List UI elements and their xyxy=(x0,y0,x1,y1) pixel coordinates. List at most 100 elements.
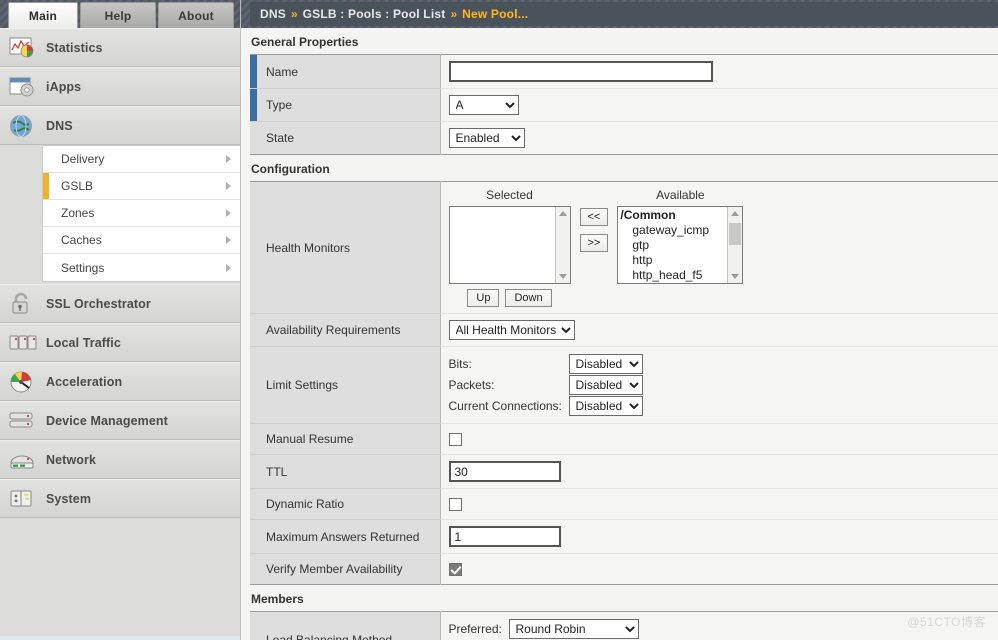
local-traffic-servers-icon xyxy=(8,330,38,356)
sidebar-item-system[interactable]: System xyxy=(0,479,240,518)
health-monitors-dual-list: Selected Up Down << >> Available /Common… xyxy=(448,188,991,307)
left-navigation-panel: Main Help About Statistics iApps DNS Del… xyxy=(0,0,241,640)
ttl-input[interactable] xyxy=(448,461,561,482)
available-option[interactable]: gateway_icmp xyxy=(620,223,742,238)
limit-settings-label: Limit Settings xyxy=(250,346,441,424)
table-row-verify-member-availability: Verify Member Availability xyxy=(250,553,998,585)
maximum-answers-returned-input[interactable] xyxy=(448,526,561,547)
up-button[interactable]: Up xyxy=(467,289,500,307)
limit-current-connections-select[interactable]: Disabled xyxy=(568,396,643,416)
limit-current-connections-row: Current Connections: Disabled xyxy=(449,396,991,416)
scrollbar-thumb[interactable] xyxy=(729,223,742,245)
available-option[interactable]: http xyxy=(620,253,742,268)
dynamic-ratio-checkbox[interactable] xyxy=(448,498,462,512)
verify-member-availability-checkbox[interactable] xyxy=(448,563,462,577)
sidebar-subitem-settings-label: Settings xyxy=(61,260,105,275)
acceleration-gauge-icon xyxy=(8,369,38,395)
breadcrumb-bar: DNS » GSLB : Pools : Pool List » New Poo… xyxy=(241,0,998,28)
members-title: Members xyxy=(251,592,304,606)
sidebar-subitem-gslb-label: GSLB xyxy=(61,179,94,193)
available-header: Available xyxy=(656,188,705,202)
move-left-button[interactable]: << xyxy=(579,208,609,226)
manual-resume-label: Manual Resume xyxy=(250,423,441,455)
type-label: Type xyxy=(250,88,441,122)
limit-packets-select[interactable]: Disabled xyxy=(568,375,643,395)
breadcrumb-root[interactable]: DNS xyxy=(260,7,286,21)
table-row-limit-settings: Limit Settings Bits: Disabled Packets: D… xyxy=(250,346,998,424)
members-table: Load Balancing Method Preferred: Round R… xyxy=(250,611,998,640)
sidebar-item-statistics-label: Statistics xyxy=(46,40,103,55)
table-row-dynamic-ratio: Dynamic Ratio xyxy=(250,488,998,520)
sidebar-item-dns-label: DNS xyxy=(46,118,73,133)
sidebar-subitem-delivery-label: Delivery xyxy=(61,152,105,166)
available-option[interactable]: /Common xyxy=(620,208,742,223)
configuration-title: Configuration xyxy=(251,162,330,176)
table-row-load-balancing-method: Load Balancing Method Preferred: Round R… xyxy=(250,611,998,640)
table-row-health-monitors: Health Monitors Selected Up Down << >> A… xyxy=(250,181,998,314)
sidebar-item-ssl-orchestrator-label: SSL Orchestrator xyxy=(46,296,151,311)
reorder-buttons: Up Down xyxy=(467,289,552,307)
scroll-down-icon[interactable] xyxy=(731,274,740,279)
sidebar-item-device-management-label: Device Management xyxy=(46,413,168,428)
sidebar-item-acceleration-label: Acceleration xyxy=(46,374,123,389)
manual-resume-checkbox[interactable] xyxy=(448,433,462,447)
load-balancing-method-label: Load Balancing Method xyxy=(250,611,441,640)
type-select[interactable]: A xyxy=(448,95,519,115)
dns-submenu-container: Delivery GSLB Zones Caches Settings xyxy=(0,145,240,284)
name-label: Name xyxy=(250,54,441,89)
sidebar-subitem-zones[interactable]: Zones xyxy=(43,200,240,227)
availability-requirements-select[interactable]: All Health Monitors xyxy=(448,320,575,340)
sidebar-item-acceleration[interactable]: Acceleration xyxy=(0,362,240,401)
tab-help[interactable]: Help xyxy=(80,2,156,28)
name-input[interactable] xyxy=(448,61,713,82)
selected-header: Selected xyxy=(486,188,533,202)
scroll-up-icon[interactable] xyxy=(558,211,567,216)
sidebar-item-system-label: System xyxy=(46,491,92,506)
breadcrumb-current: New Pool... xyxy=(462,7,529,21)
available-option[interactable]: gtp xyxy=(620,238,742,253)
sidebar-item-iapps[interactable]: iApps xyxy=(0,67,240,106)
move-right-button[interactable]: >> xyxy=(579,234,609,252)
ttl-label: TTL xyxy=(250,454,441,489)
preferred-select[interactable]: Round Robin xyxy=(508,619,639,639)
sidebar-item-dns[interactable]: DNS xyxy=(0,106,240,145)
breadcrumb-separator-icon: » xyxy=(450,7,458,21)
down-button[interactable]: Down xyxy=(505,289,552,307)
breadcrumb-path[interactable]: GSLB : Pools : Pool List xyxy=(303,7,446,21)
maximum-answers-returned-label: Maximum Answers Returned xyxy=(250,519,441,554)
state-select[interactable]: Enabled xyxy=(448,128,525,148)
verify-member-availability-label: Verify Member Availability xyxy=(250,553,441,585)
selected-listbox-scrollbar[interactable] xyxy=(554,207,570,283)
sidebar-item-ssl-orchestrator[interactable]: SSL Orchestrator xyxy=(0,284,240,323)
app-root: Main Help About Statistics iApps DNS Del… xyxy=(0,0,998,640)
dns-submenu: Delivery GSLB Zones Caches Settings xyxy=(42,145,240,282)
sidebar-item-statistics[interactable]: Statistics xyxy=(0,28,240,67)
table-row-state: State Enabled xyxy=(250,121,998,155)
sidebar-subitem-caches[interactable]: Caches xyxy=(43,227,240,254)
limit-bits-select[interactable]: Disabled xyxy=(568,354,643,374)
available-option[interactable]: http_head_f5 xyxy=(620,268,742,283)
padlock-icon xyxy=(8,291,38,317)
transfer-buttons: << >> xyxy=(579,204,609,256)
available-listbox-scrollbar[interactable] xyxy=(727,207,743,283)
sidebar-item-device-management[interactable]: Device Management xyxy=(0,401,240,440)
sidebar-item-network[interactable]: Network xyxy=(0,440,240,479)
sidebar-subitem-gslb[interactable]: GSLB xyxy=(43,173,240,200)
sidebar-subitem-settings[interactable]: Settings xyxy=(43,254,240,281)
form-panel: General Properties Name Type A State Ena… xyxy=(241,28,998,640)
sidebar-item-local-traffic[interactable]: Local Traffic xyxy=(0,323,240,362)
statistics-chart-icon xyxy=(8,35,38,61)
tab-about[interactable]: About xyxy=(158,2,234,28)
limit-bits-key: Bits: xyxy=(448,357,472,371)
available-listbox[interactable]: /Common gateway_icmp gtp http http_head_f5 xyxy=(617,206,744,284)
content-area: DNS » GSLB : Pools : Pool List » New Poo… xyxy=(241,0,998,640)
selected-listbox[interactable] xyxy=(448,206,571,284)
table-row-maximum-answers-returned: Maximum Answers Returned xyxy=(250,519,998,554)
scroll-down-icon[interactable] xyxy=(558,274,567,279)
sidebar-subitem-delivery[interactable]: Delivery xyxy=(43,146,240,173)
breadcrumb-separator-icon: » xyxy=(290,7,298,21)
chevron-right-icon xyxy=(226,182,231,190)
tab-main[interactable]: Main xyxy=(8,2,78,28)
table-row-ttl: TTL xyxy=(250,454,998,489)
scroll-up-icon[interactable] xyxy=(731,211,740,216)
